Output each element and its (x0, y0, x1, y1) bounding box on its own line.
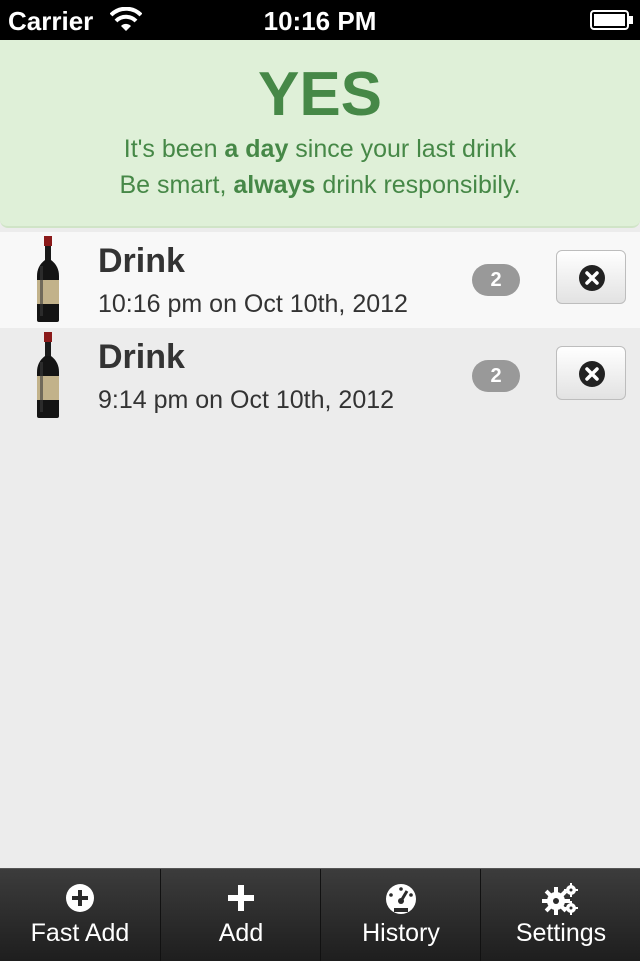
tab-history[interactable]: History (320, 869, 480, 961)
count-badge: 2 (472, 264, 520, 296)
drink-timestamp: 10:16 pm on Oct 10th, 2012 (98, 290, 408, 318)
tab-label: Settings (515, 919, 607, 947)
banner-line-2-bold: always (233, 171, 316, 199)
drink-timestamp: 9:14 pm on Oct 10th, 2012 (98, 386, 395, 414)
delete-button[interactable] (556, 346, 626, 400)
banner-line-2-end: drink responsibily. (315, 171, 521, 199)
count-badge: 2 (472, 360, 520, 392)
close-icon (579, 361, 605, 387)
banner-title: YES (257, 60, 383, 129)
clock: 10:16 PM (263, 6, 377, 36)
status-bar: Carrier 10:16 PM (0, 0, 640, 40)
battery-icon (590, 10, 633, 30)
tab-bar: Fast Add Add History Settings (0, 868, 640, 961)
plus-circle-icon (66, 884, 94, 912)
tab-label: Fast Add (30, 919, 130, 947)
tab-fast-add[interactable]: Fast Add (0, 869, 160, 961)
close-icon (579, 265, 605, 291)
dashboard-icon (386, 884, 416, 914)
plus-icon (228, 885, 254, 911)
drink-row[interactable]: Drink 10:16 pm on Oct 10th, 2012 2 (0, 232, 640, 328)
delete-button[interactable] (556, 250, 626, 304)
gears-icon (542, 883, 578, 915)
drink-row[interactable]: Drink 9:14 pm on Oct 10th, 2012 2 (0, 328, 640, 424)
wine-bottle-icon (37, 236, 59, 322)
banner-line-1-start: It's been (123, 135, 225, 163)
drink-title: Drink (98, 338, 185, 376)
banner-line-1-bold: a day (224, 135, 289, 163)
banner-line-1-end: since your last drink (288, 135, 517, 163)
tab-label: History (362, 919, 440, 947)
banner-line-2-start: Be smart, (119, 171, 234, 199)
status-banner: YES It's been a day since your last drin… (0, 40, 640, 228)
tab-settings[interactable]: Settings (480, 869, 640, 961)
tab-label: Add (218, 919, 264, 947)
drink-title: Drink (98, 242, 185, 280)
banner-line-2: Be smart, always drink responsibily. (0, 170, 640, 200)
banner-line-1: It's been a day since your last drink (0, 134, 640, 164)
wine-bottle-icon (37, 332, 59, 418)
tab-add[interactable]: Add (160, 869, 320, 961)
